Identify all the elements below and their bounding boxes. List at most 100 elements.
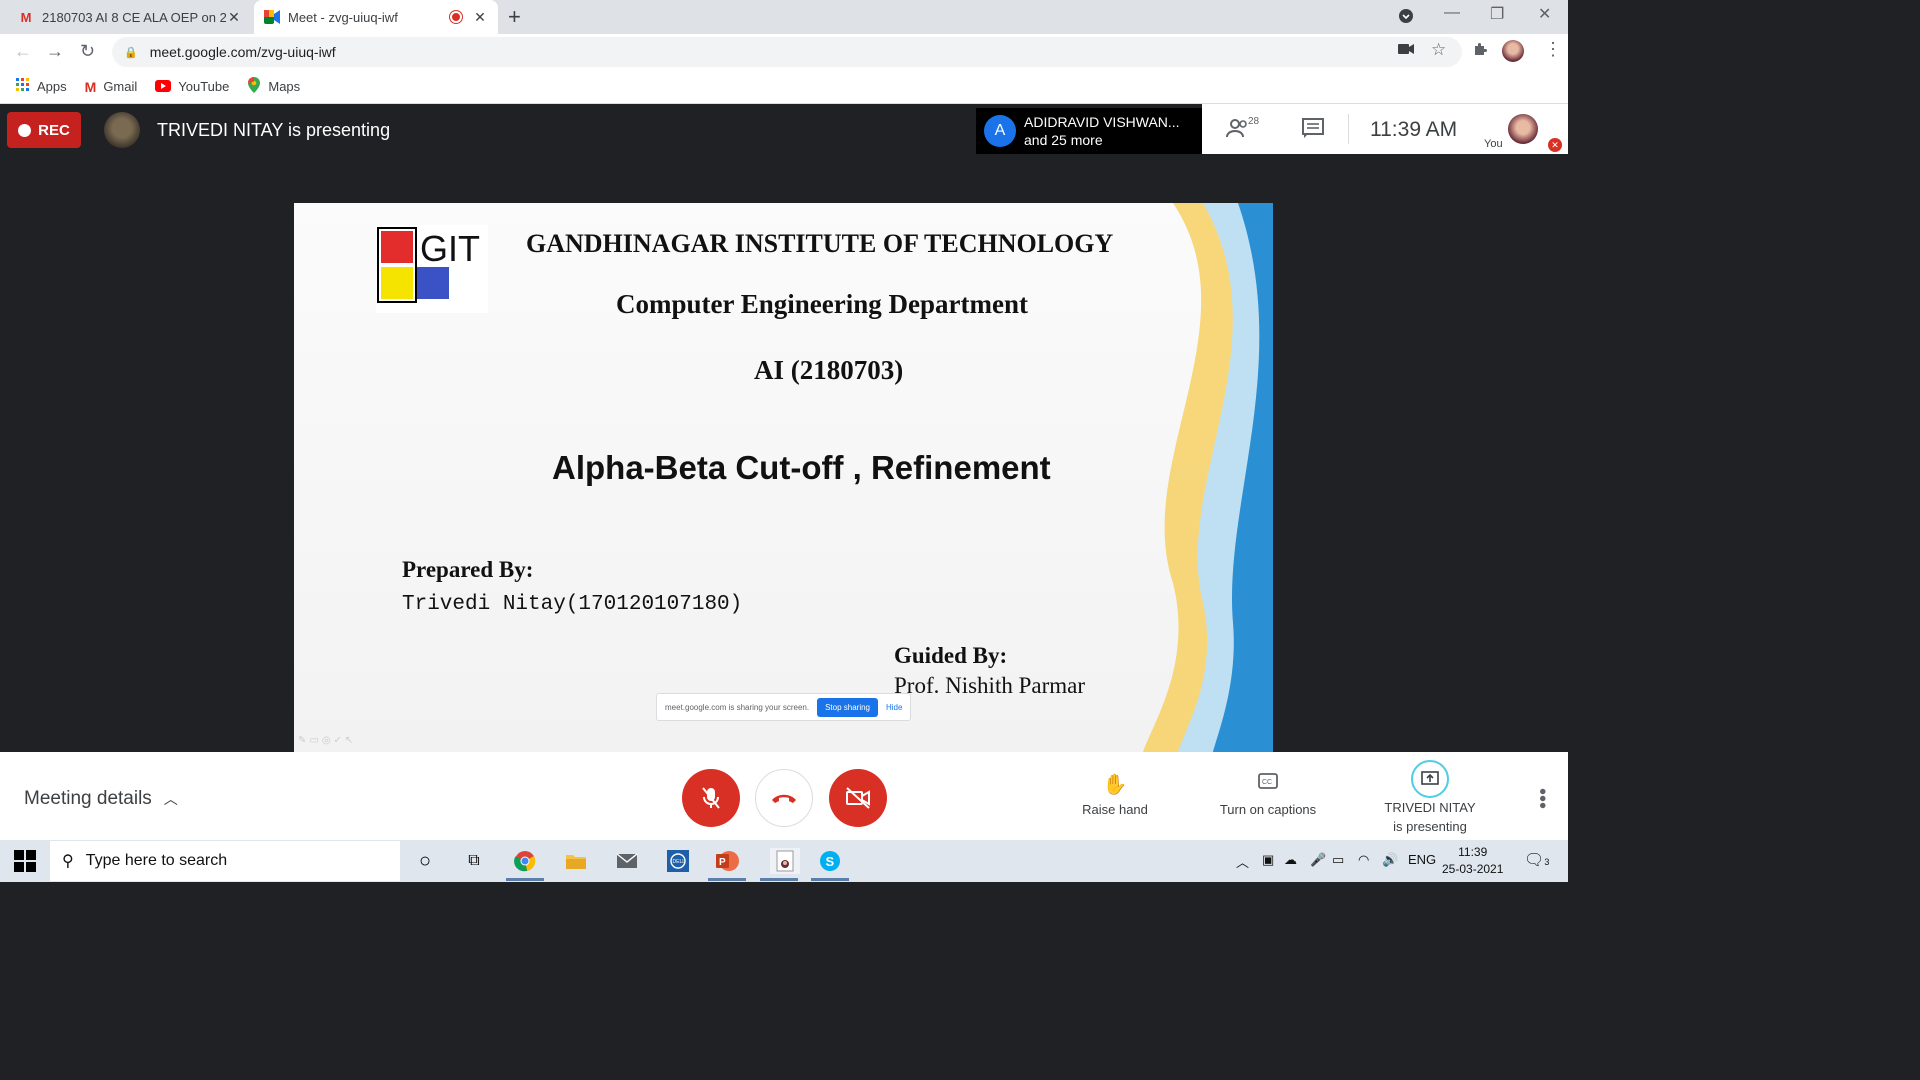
microphone-toggle-button[interactable]: [682, 769, 740, 827]
chat-icon[interactable]: [1302, 118, 1324, 144]
department-title: Computer Engineering Department: [616, 289, 1028, 319]
svg-text:DELL: DELL: [673, 859, 686, 865]
meeting-controls-bar: Meeting details ︿ ✋ Raise hand CC Turn o…: [0, 752, 1568, 840]
meet-top-panel: 28 11:39 AM You ✕: [1202, 104, 1568, 154]
file-explorer-icon[interactable]: [563, 848, 589, 874]
new-tab-button[interactable]: +: [508, 4, 521, 30]
notification-center-icon[interactable]: 🗨3: [1524, 850, 1549, 870]
chrome-icon[interactable]: [512, 848, 538, 874]
recording-badge[interactable]: REC: [7, 112, 81, 148]
meeting-details-label: Meeting details: [24, 788, 152, 809]
battery-icon[interactable]: ▭: [1332, 852, 1344, 868]
microphone-tray-icon[interactable]: 🎤: [1310, 852, 1326, 868]
window-close-button[interactable]: ✕: [1538, 4, 1551, 24]
dell-icon[interactable]: DELL: [665, 848, 691, 874]
meet-tray-icon[interactable]: ▣: [1262, 852, 1274, 868]
muted-icon: ✕: [1548, 138, 1562, 152]
stop-sharing-button[interactable]: Stop sharing: [817, 697, 878, 717]
cortana-icon[interactable]: ○: [412, 848, 438, 874]
captions-button[interactable]: CC Turn on captions: [1212, 772, 1324, 817]
participant-avatar: A: [984, 115, 1016, 147]
active-app-indicator: [811, 878, 849, 881]
show-hidden-icons-icon[interactable]: ︿: [1236, 852, 1249, 871]
leave-call-button[interactable]: [755, 769, 813, 827]
system-clock[interactable]: 11:39 25-03-2021: [1442, 844, 1503, 878]
bookmark-apps[interactable]: Apps: [16, 78, 67, 95]
tab-search-icon[interactable]: [1398, 8, 1414, 29]
people-icon[interactable]: [1226, 118, 1250, 144]
chevron-up-icon: ︿: [163, 791, 178, 807]
participant-tile[interactable]: A ADIDRAVID VISHWAN... and 25 more: [976, 108, 1202, 154]
divider: [1348, 114, 1349, 144]
rec-label: REC: [38, 121, 70, 139]
presenter-avatar: [104, 112, 140, 148]
svg-text:P: P: [719, 857, 726, 868]
close-icon[interactable]: ✕: [226, 9, 242, 26]
screen-share-notice: meet.google.com is sharing your screen. …: [656, 693, 911, 721]
prepared-by-name: Trivedi Nitay(170120107180): [402, 593, 743, 616]
clock-date: 25-03-2021: [1442, 862, 1504, 876]
camera-in-use-icon[interactable]: [1398, 42, 1414, 59]
bookmark-label: YouTube: [178, 79, 230, 94]
camera-toggle-button[interactable]: [829, 769, 887, 827]
meet-window-thumbnail-icon[interactable]: [770, 848, 800, 874]
bookmark-star-icon[interactable]: ☆: [1431, 40, 1446, 60]
minimize-button[interactable]: —: [1444, 4, 1460, 22]
tab-meet[interactable]: Meet - zvg-uiuq-iwf ✕: [254, 0, 498, 34]
self-label: You: [1484, 138, 1503, 150]
powerpoint-icon[interactable]: P: [714, 848, 740, 874]
windows-start-icon[interactable]: [14, 850, 36, 872]
lock-icon: 🔒: [124, 46, 138, 59]
more-options-icon[interactable]: •••: [1530, 788, 1553, 809]
forward-button[interactable]: →: [46, 41, 64, 62]
topic-title: Alpha-Beta Cut-off , Refinement: [552, 449, 1051, 486]
institute-title: GANDHINAGAR INSTITUTE OF TECHNOLOGY: [526, 229, 1114, 258]
apps-grid-icon: [16, 78, 30, 95]
presenter-banner: TRIVEDI NITAY is presenting: [157, 120, 391, 140]
recording-indicator-icon: [450, 11, 462, 23]
svg-text:CC: CC: [1262, 779, 1272, 786]
bookmark-label: Apps: [37, 79, 67, 94]
taskbar-search-box[interactable]: ⚲ Type here to search: [50, 841, 400, 881]
volume-icon[interactable]: 🔊: [1382, 852, 1398, 868]
address-bar[interactable]: 🔒 meet.google.com/zvg-uiuq-iwf: [112, 37, 1462, 67]
meet-icon: [264, 9, 280, 25]
guided-by-label: Guided By:: [894, 643, 1008, 668]
onedrive-icon[interactable]: ☁: [1284, 852, 1297, 868]
browser-menu-icon[interactable]: ⋮: [1544, 39, 1562, 60]
search-icon: ⚲: [62, 853, 74, 870]
bookmark-maps[interactable]: Maps: [247, 77, 300, 96]
reload-button[interactable]: ↻: [80, 41, 95, 62]
profile-avatar[interactable]: [1502, 40, 1524, 62]
participant-name: ADIDRAVID VISHWAN...: [1024, 114, 1180, 130]
restore-button[interactable]: ❐: [1490, 4, 1504, 24]
hand-icon: ✋: [1102, 774, 1128, 796]
present-screen-icon: [1411, 760, 1449, 798]
slide-wave-decoration: [1143, 203, 1273, 752]
extensions-icon[interactable]: [1472, 42, 1488, 62]
hide-button[interactable]: Hide: [886, 703, 902, 712]
hang-up-icon: [772, 794, 796, 803]
bookmark-gmail[interactable]: M Gmail: [85, 79, 138, 95]
skype-icon[interactable]: S: [817, 848, 843, 874]
language-indicator[interactable]: ENG: [1408, 852, 1436, 867]
wifi-icon[interactable]: ◠: [1358, 852, 1369, 868]
slide-pen-tools-icon[interactable]: ✎▭◎✓↖: [298, 735, 356, 746]
presentation-button[interactable]: TRIVEDI NITAY is presenting: [1376, 760, 1484, 834]
self-avatar: [1508, 114, 1538, 144]
svg-text:S: S: [826, 854, 835, 869]
share-notice-text: meet.google.com is sharing your screen.: [665, 702, 810, 712]
clock-time: 11:39: [1458, 845, 1488, 859]
close-icon[interactable]: ✕: [472, 9, 488, 26]
raise-hand-button[interactable]: ✋ Raise hand: [1080, 772, 1150, 817]
participant-count: 28: [1248, 116, 1260, 127]
task-view-icon[interactable]: ⧉: [461, 848, 487, 874]
meeting-details-button[interactable]: Meeting details ︿: [24, 788, 178, 810]
presenting-line2: is presenting: [1393, 819, 1467, 834]
back-button[interactable]: ←: [14, 41, 32, 62]
mail-icon[interactable]: [614, 848, 640, 874]
bookmark-youtube[interactable]: YouTube: [155, 79, 229, 95]
tab-gmail[interactable]: M 2180703 AI 8 CE ALA OEP on 25/ ✕: [8, 0, 252, 34]
windows-taskbar: ⚲ Type here to search ○ ⧉ DELL P S ︿ ▣ ☁…: [0, 840, 1568, 882]
active-app-indicator: [506, 878, 544, 881]
